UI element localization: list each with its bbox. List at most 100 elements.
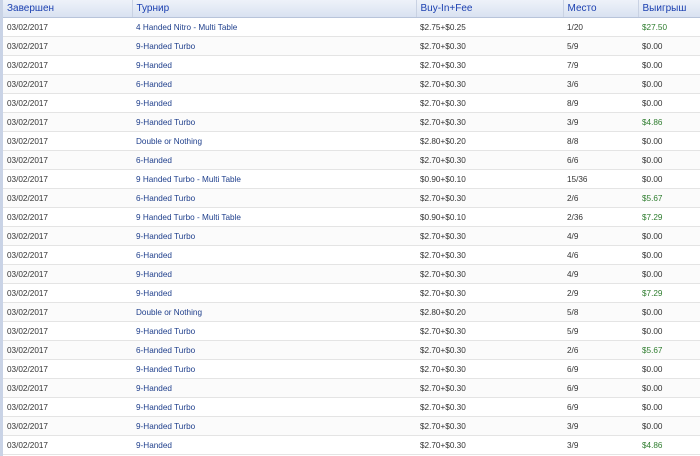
cell-buyin: $2.70+$0.30 bbox=[416, 36, 563, 56]
cell-winnings: $5.67 bbox=[638, 188, 700, 208]
table-row[interactable]: 03/02/2017 9-Handed $2.70+$0.30 4/9 $0.00 bbox=[3, 264, 700, 284]
column-header-tournament[interactable]: Турнир bbox=[132, 0, 417, 18]
table-row[interactable]: 03/02/2017 9 Handed Turbo - Multi Table $0… bbox=[3, 207, 700, 227]
cell-date: 03/02/2017 bbox=[3, 55, 132, 75]
tournament-history-panel: Завершен Турнир Buy-In+Fee Место Выигрыш… bbox=[0, 0, 700, 456]
table-row[interactable]: 03/02/2017 9-Handed Turbo $2.70+$0.30 4/9 $0… bbox=[3, 226, 700, 246]
table-row[interactable]: 03/02/2017 6-Handed $2.70+$0.30 3/6 $0.00 bbox=[3, 74, 700, 94]
cell-winnings: $0.00 bbox=[638, 359, 700, 379]
table-row[interactable]: 03/02/2017 9-Handed Turbo $2.70+$0.30 5/9 $0… bbox=[3, 36, 700, 56]
cell-tournament: 4 Handed Nitro - Multi Table bbox=[132, 17, 416, 37]
cell-date: 03/02/2017 bbox=[3, 359, 132, 379]
table-row[interactable]: 03/02/2017 9-Handed Turbo $2.70+$0.30 6/9 $0… bbox=[3, 359, 700, 379]
cell-place: 15/36 bbox=[563, 169, 638, 189]
cell-place: 7/9 bbox=[563, 55, 638, 75]
cell-buyin: $2.80+$0.20 bbox=[416, 131, 563, 151]
cell-winnings: $4.86 bbox=[638, 435, 700, 455]
cell-place: 6/9 bbox=[563, 397, 638, 417]
cell-winnings: $0.00 bbox=[638, 74, 700, 94]
cell-tournament: 6-Handed Turbo bbox=[132, 188, 416, 208]
table-row[interactable]: 03/02/2017 9-Handed $2.70+$0.30 3/9 $4.86 bbox=[3, 435, 700, 455]
cell-place: 2/36 bbox=[563, 207, 638, 227]
cell-date: 03/02/2017 bbox=[3, 226, 132, 246]
cell-winnings: $0.00 bbox=[638, 245, 700, 265]
cell-place: 3/9 bbox=[563, 435, 638, 455]
cell-place: 5/8 bbox=[563, 302, 638, 322]
cell-date: 03/02/2017 bbox=[3, 245, 132, 265]
cell-tournament: 6-Handed bbox=[132, 74, 416, 94]
table-row[interactable]: 03/02/2017 4 Handed Nitro - Multi Table $2… bbox=[3, 17, 700, 37]
cell-place: 3/9 bbox=[563, 112, 638, 132]
cell-winnings: $0.00 bbox=[638, 378, 700, 398]
cell-tournament: Double or Nothing bbox=[132, 131, 416, 151]
table-row[interactable]: 03/02/2017 Double or Nothing $2.80+$0.20 5/… bbox=[3, 302, 700, 322]
table-row[interactable]: 03/02/2017 6-Handed $2.70+$0.30 6/6 $0.00 bbox=[3, 150, 700, 170]
table-row[interactable]: 03/02/2017 9-Handed $2.70+$0.30 8/9 $0.00 bbox=[3, 93, 700, 113]
cell-tournament: 9-Handed bbox=[132, 264, 416, 284]
cell-place: 8/9 bbox=[563, 93, 638, 113]
cell-date: 03/02/2017 bbox=[3, 378, 132, 398]
cell-buyin: $2.70+$0.30 bbox=[416, 416, 563, 436]
table-row[interactable]: 03/02/2017 6-Handed Turbo $2.70+$0.30 2/6 $5… bbox=[3, 188, 700, 208]
table-row[interactable]: 03/02/2017 9-Handed Turbo $2.70+$0.30 6/9 $0… bbox=[3, 397, 700, 417]
cell-winnings: $0.00 bbox=[638, 36, 700, 56]
cell-winnings: $0.00 bbox=[638, 150, 700, 170]
table-row[interactable]: 03/02/2017 6-Handed Turbo $2.70+$0.30 2/6 $5… bbox=[3, 340, 700, 360]
cell-place: 6/9 bbox=[563, 359, 638, 379]
cell-place: 1/20 bbox=[563, 17, 638, 37]
table-header: Завершен Турнир Buy-In+Fee Место Выигрыш bbox=[3, 0, 700, 18]
cell-buyin: $2.70+$0.30 bbox=[416, 340, 563, 360]
cell-place: 6/6 bbox=[563, 150, 638, 170]
cell-tournament: 9-Handed Turbo bbox=[132, 112, 416, 132]
cell-tournament: 9-Handed Turbo bbox=[132, 226, 416, 246]
cell-winnings: $0.00 bbox=[638, 302, 700, 322]
table-row[interactable]: 03/02/2017 9-Handed Turbo $2.70+$0.30 3/9 $4… bbox=[3, 112, 700, 132]
table-row[interactable]: 03/02/2017 9-Handed $2.70+$0.30 6/9 $0.00 bbox=[3, 378, 700, 398]
cell-place: 3/9 bbox=[563, 416, 638, 436]
cell-place: 6/9 bbox=[563, 378, 638, 398]
cell-date: 03/02/2017 bbox=[3, 207, 132, 227]
cell-date: 03/02/2017 bbox=[3, 397, 132, 417]
cell-winnings: $0.00 bbox=[638, 55, 700, 75]
cell-date: 03/02/2017 bbox=[3, 302, 132, 322]
cell-tournament: 9-Handed Turbo bbox=[132, 359, 416, 379]
cell-buyin: $2.70+$0.30 bbox=[416, 55, 563, 75]
table-row[interactable]: 03/02/2017 9-Handed Turbo $2.70+$0.30 5/9 $0… bbox=[3, 321, 700, 341]
cell-date: 03/02/2017 bbox=[3, 321, 132, 341]
table-row[interactable]: 03/02/2017 9 Handed Turbo - Multi Table $0… bbox=[3, 169, 700, 189]
cell-date: 03/02/2017 bbox=[3, 188, 132, 208]
cell-place: 4/6 bbox=[563, 245, 638, 265]
cell-buyin: $2.70+$0.30 bbox=[416, 321, 563, 341]
cell-winnings: $4.86 bbox=[638, 112, 700, 132]
cell-buyin: $2.75+$0.25 bbox=[416, 17, 563, 37]
cell-winnings: $0.00 bbox=[638, 264, 700, 284]
cell-place: 2/6 bbox=[563, 188, 638, 208]
column-header-winnings[interactable]: Выигрыш bbox=[638, 0, 700, 18]
cell-tournament: 9-Handed bbox=[132, 435, 416, 455]
cell-tournament: 9-Handed Turbo bbox=[132, 416, 416, 436]
cell-buyin: $2.70+$0.30 bbox=[416, 112, 563, 132]
cell-tournament: 6-Handed bbox=[132, 245, 416, 265]
cell-buyin: $2.70+$0.30 bbox=[416, 378, 563, 398]
column-header-buyin[interactable]: Buy-In+Fee bbox=[416, 0, 564, 18]
table-row[interactable]: 03/02/2017 9-Handed $2.70+$0.30 2/9 $7.29 bbox=[3, 283, 700, 303]
cell-place: 5/9 bbox=[563, 36, 638, 56]
cell-date: 03/02/2017 bbox=[3, 131, 132, 151]
column-header-completed[interactable]: Завершен bbox=[3, 0, 133, 18]
cell-date: 03/02/2017 bbox=[3, 264, 132, 284]
table-row[interactable]: 03/02/2017 9-Handed $2.70+$0.30 7/9 $0.00 bbox=[3, 55, 700, 75]
cell-tournament: 6-Handed Turbo bbox=[132, 340, 416, 360]
table-body: 03/02/2017 4 Handed Nitro - Multi Table $2… bbox=[3, 17, 700, 455]
cell-buyin: $2.70+$0.30 bbox=[416, 397, 563, 417]
cell-winnings: $7.29 bbox=[638, 207, 700, 227]
cell-buyin: $2.70+$0.30 bbox=[416, 359, 563, 379]
table-row[interactable]: 03/02/2017 Double or Nothing $2.80+$0.20 8/… bbox=[3, 131, 700, 151]
table-row[interactable]: 03/02/2017 6-Handed $2.70+$0.30 4/6 $0.00 bbox=[3, 245, 700, 265]
cell-tournament: 9-Handed bbox=[132, 55, 416, 75]
table-row[interactable]: 03/02/2017 9-Handed Turbo $2.70+$0.30 3/9 $0… bbox=[3, 416, 700, 436]
table-header-row: Завершен Турнир Buy-In+Fee Место Выигрыш bbox=[3, 0, 700, 18]
cell-winnings: $0.00 bbox=[638, 131, 700, 151]
column-header-place[interactable]: Место bbox=[563, 0, 639, 18]
cell-tournament: 9-Handed Turbo bbox=[132, 36, 416, 56]
cell-date: 03/02/2017 bbox=[3, 17, 132, 37]
